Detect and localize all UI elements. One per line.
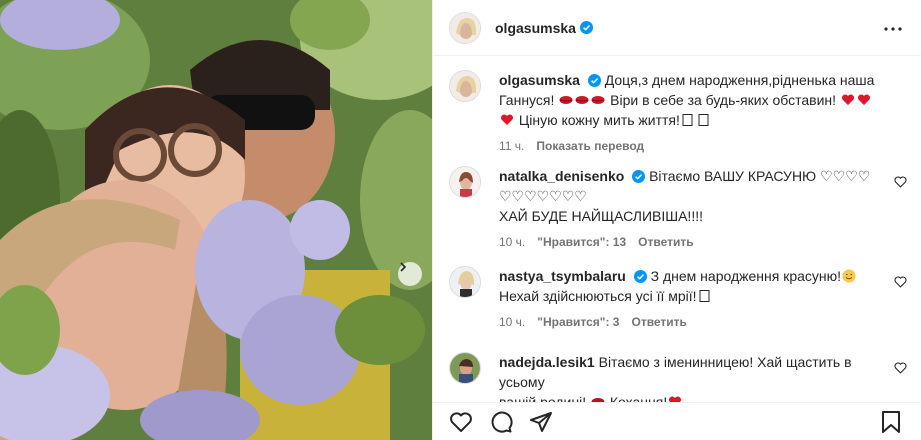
red-heart-emoji-icon: [841, 94, 854, 105]
post-photo[interactable]: [0, 0, 432, 440]
reply-button[interactable]: Ответить: [631, 315, 686, 329]
comment-line: ХАЙ БУДЕ НАЙЩАСЛИВІША!!!!: [499, 208, 703, 224]
comment-icon: [491, 411, 513, 433]
comment-avatar[interactable]: [449, 166, 481, 198]
comment-like-heart-icon[interactable]: [894, 176, 907, 188]
comment-username[interactable]: natalka_denisenko: [499, 168, 624, 184]
more-dots-icon: [884, 26, 902, 31]
post-dialog: olgasumska olgasumska Доця,з днем народж…: [0, 0, 921, 440]
comment-time[interactable]: 10 ч.: [499, 315, 525, 329]
lips-emoji-icon: [591, 96, 605, 104]
comments-list: olgasumska Доця,з днем народження,ріднен…: [433, 56, 921, 412]
caption-username[interactable]: olgasumska: [499, 72, 580, 88]
more-options-button[interactable]: [879, 15, 907, 41]
caption: olgasumska Доця,з днем народження,ріднен…: [449, 70, 907, 166]
avatar-image: [450, 267, 480, 297]
comment-like-heart-icon[interactable]: [894, 276, 907, 288]
save-button[interactable]: [871, 403, 911, 440]
heart-icon: [450, 411, 472, 432]
verified-badge-icon: [579, 21, 593, 34]
carousel-next-button[interactable]: [398, 262, 422, 286]
avatar-image: [450, 12, 480, 43]
lips-emoji-icon: [575, 96, 589, 104]
author-avatar[interactable]: [449, 11, 481, 44]
placeholder-glyph-icon: [682, 114, 693, 126]
avatar-image: [450, 167, 480, 197]
comment-likes[interactable]: "Нравится": 3: [537, 315, 619, 329]
caption-meta: 11 ч. Показать перевод: [499, 139, 885, 153]
caption-time[interactable]: 11 ч.: [499, 139, 524, 153]
comment-likes[interactable]: "Нравится": 13: [537, 235, 626, 249]
comment-line: ♡♡♡♡♡♡♡: [499, 188, 587, 204]
caption-body: olgasumska Доця,з днем народження,ріднен…: [499, 70, 907, 166]
comment-meta: 10 ч. "Нравится": 3 Ответить: [499, 315, 885, 329]
placeholder-glyph-icon: [698, 114, 709, 126]
comment-body: natalka_denisenko Вітаємо ВАШУ КРАСУНЮ ♡…: [499, 166, 907, 266]
comment-item: natalka_denisenko Вітаємо ВАШУ КРАСУНЮ ♡…: [449, 166, 907, 266]
lips-emoji-icon: [559, 96, 573, 104]
author-username[interactable]: olgasumska: [495, 20, 576, 36]
post-side-panel: olgasumska olgasumska Доця,з днем народж…: [432, 0, 921, 440]
comment-text: nastya_tsymbalaru З днем народження крас…: [499, 266, 885, 306]
comment-text: natalka_denisenko Вітаємо ВАШУ КРАСУНЮ ♡…: [499, 166, 885, 226]
verified-badge-icon: [633, 270, 647, 283]
comment-line: Вітаємо ВАШУ КРАСУНЮ ♡♡♡♡: [649, 168, 871, 184]
comment-meta: 10 ч. "Нравится": 13 Ответить: [499, 235, 885, 249]
verified-badge-icon: [587, 74, 601, 87]
share-button[interactable]: [521, 403, 561, 440]
caption-avatar[interactable]: [449, 70, 481, 102]
reply-button[interactable]: Ответить: [638, 235, 693, 249]
translate-button[interactable]: Показать перевод: [536, 139, 644, 153]
share-icon: [530, 411, 552, 432]
post-actions-bar: [433, 402, 921, 440]
comment-line: З днем народження красуню!: [650, 268, 842, 284]
photo-illustration: [0, 0, 432, 440]
comment-time[interactable]: 10 ч.: [499, 235, 525, 249]
placeholder-glyph-icon: [699, 290, 710, 302]
avatar-image: [450, 71, 480, 101]
caption-text: olgasumska Доця,з днем народження,ріднен…: [499, 70, 885, 130]
avatar-image: [450, 353, 480, 383]
red-heart-emoji-icon: [500, 114, 514, 125]
comment-body: nastya_tsymbalaru З днем народження крас…: [499, 266, 907, 352]
comment-username[interactable]: nadejda.lesik1: [499, 354, 595, 370]
like-button[interactable]: [441, 403, 481, 440]
smiling-face-emoji-icon: [842, 269, 856, 283]
bookmark-icon: [882, 410, 900, 433]
comment-line: Нехай здійснюються усі її мрії!: [499, 288, 697, 304]
chevron-right-icon: [400, 262, 407, 272]
comment-item: nastya_tsymbalaru З днем народження крас…: [449, 266, 907, 352]
caption-text-part3: Цiную кожну мить життя!: [515, 112, 680, 128]
comment-avatar[interactable]: [449, 266, 481, 298]
verified-badge-icon: [632, 170, 646, 183]
comment-username[interactable]: nastya_tsymbalaru: [499, 268, 626, 284]
red-heart-emoji-icon: [857, 94, 870, 105]
comment-like-heart-icon[interactable]: [894, 362, 907, 374]
post-header: olgasumska: [433, 0, 921, 56]
comment-avatar[interactable]: [449, 352, 481, 384]
comment-button[interactable]: [481, 403, 521, 440]
caption-text-part2: Віри в себе за будь-яких обставин!: [610, 92, 840, 108]
